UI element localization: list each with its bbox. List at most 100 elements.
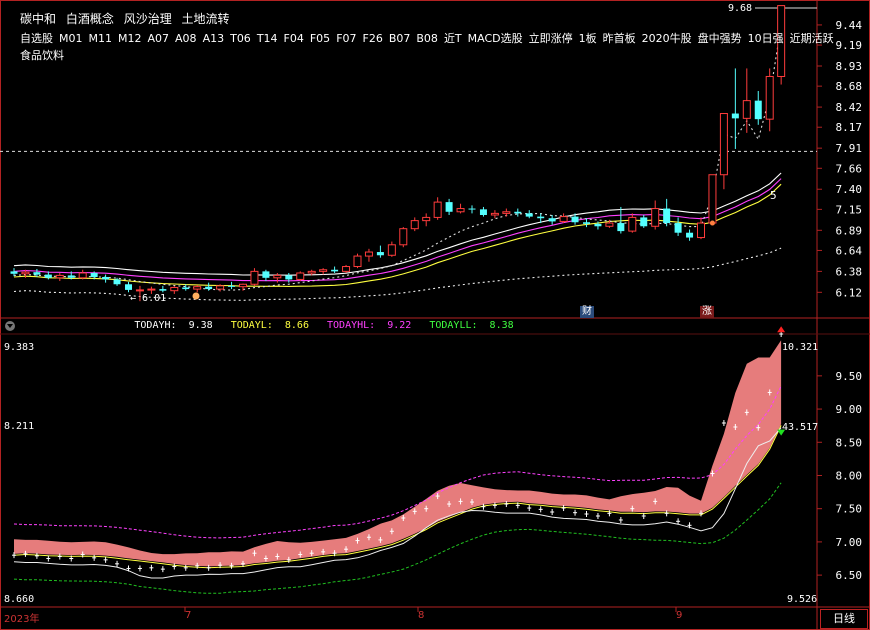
month-label: 8 (418, 610, 425, 621)
selection-tag[interactable]: 2020牛股 (642, 32, 692, 45)
selection-tag-row-2: 食品饮料 (20, 47, 70, 63)
candle-body-down (445, 202, 453, 212)
indicator-left-top: 9.383 (4, 342, 35, 353)
selection-tag[interactable]: 1板 (579, 32, 597, 45)
candle-body-down (285, 275, 293, 280)
candle-body-up (708, 174, 717, 224)
todayl-readout: TODAYL: 8.66 (231, 320, 315, 331)
todayll-value: 8.38 (489, 320, 514, 331)
todayhl-label: TODAYHL: (327, 320, 376, 331)
selection-tag[interactable]: M01 (59, 32, 83, 45)
event-badge-limit-up[interactable]: 涨 (700, 306, 714, 318)
ma-line-short-dotted (13, 25, 782, 291)
candle-body-down (479, 209, 487, 215)
candle-body-down (514, 211, 522, 214)
selection-tag[interactable]: F26 (363, 32, 383, 45)
candle-body-up (307, 270, 316, 274)
indicator-axis-label: 8.50 (836, 436, 863, 449)
price-axis-label: 6.64 (836, 244, 863, 257)
selection-tag[interactable]: F04 (284, 32, 304, 45)
month-label: 7 (185, 610, 192, 621)
candle-body-down (376, 252, 384, 256)
selection-tag[interactable]: 10日强 (748, 32, 784, 45)
indicator-menu-icon[interactable] (5, 321, 15, 331)
industry-tag[interactable]: 食品饮料 (20, 49, 64, 62)
candle-body-down (686, 232, 694, 238)
candle-body-up (296, 272, 305, 280)
candle-body-down (663, 208, 671, 224)
indicator-axis-label: 9.50 (836, 370, 863, 383)
candle-body-up (651, 208, 660, 227)
selection-tag[interactable]: 近T (444, 32, 462, 45)
selection-tag[interactable]: A13 (203, 32, 225, 45)
todayl-label: TODAYL: (230, 320, 273, 331)
selection-tag[interactable]: F05 (310, 32, 330, 45)
candle-body-down (159, 289, 167, 291)
candle-body-up (55, 274, 64, 279)
indicator-line-magenta (13, 385, 782, 539)
selection-tag-row: 自选股 M01 M11 M12 A07 A08 A13 T06 T14 F04 F05 F07 F26 B… (20, 30, 840, 46)
candle-body-up (273, 274, 282, 279)
concept-tag[interactable]: 白酒概念 (66, 12, 114, 26)
indicator-axis-label: 8.00 (836, 469, 863, 482)
ma-label: 5 (770, 189, 777, 202)
candle-body-up (628, 216, 637, 232)
candle-body-up (742, 100, 751, 119)
selection-tag[interactable]: 自选股 (20, 32, 53, 45)
selection-tag[interactable]: M11 (89, 32, 113, 45)
selection-tag[interactable]: B08 (416, 32, 438, 45)
candle-body-up (719, 113, 728, 176)
candle-body-down (10, 271, 18, 274)
selection-tag[interactable]: 盘中强势 (698, 32, 742, 45)
selection-tag[interactable]: A07 (148, 32, 170, 45)
candle-body-down (182, 287, 190, 290)
candle-body-up (319, 269, 328, 272)
price-axis-label: 8.42 (836, 101, 863, 114)
concept-tag[interactable]: 风沙治理 (124, 12, 172, 26)
candle-body-up (456, 208, 465, 213)
price-axis-label: 8.93 (836, 60, 863, 73)
candle-body-up (353, 255, 362, 268)
event-badge-finance[interactable]: 财 (580, 306, 594, 318)
indicator-axis-label: 7.00 (836, 536, 863, 549)
ma-line-white (13, 172, 782, 276)
todayhl-value: 9.22 (387, 320, 412, 331)
candle-body-down (754, 100, 762, 120)
candle-body-down (44, 274, 52, 278)
indicator-axis-label: 9.00 (836, 403, 863, 416)
selection-tag[interactable]: 昨首板 (603, 32, 636, 45)
selection-tag[interactable]: T06 (230, 32, 251, 45)
candle-body-down (594, 223, 602, 227)
indicator-name[interactable]: KELLYBAND(3,8,20) (20, 320, 122, 331)
indicator-right-top: 10.321 (782, 342, 819, 353)
month-label: 2023年 (4, 614, 40, 625)
selection-tag[interactable]: MACD选股 (468, 32, 523, 45)
todayh-value: 9.38 (188, 320, 213, 331)
period-low-value: 6.01 (142, 293, 167, 304)
selection-tag[interactable]: 立即涨停 (529, 32, 573, 45)
candle-body-up (250, 270, 259, 285)
price-axis-label: 8.17 (836, 121, 863, 134)
candle-body-down (90, 272, 98, 278)
candle-body-down (33, 272, 41, 275)
todayll-label: TODAYLL: (429, 320, 478, 331)
chart-canvas[interactable]: 9.449.198.938.688.428.177.917.667.407.15… (0, 0, 870, 630)
todayhl-readout: TODAYHL: 9.22 (327, 320, 417, 331)
day-period-button[interactable]: 日线 (820, 609, 868, 629)
price-axis-label: 8.68 (836, 80, 863, 93)
concept-tag[interactable]: 碳中和 (20, 12, 56, 26)
selection-tag[interactable]: M12 (118, 32, 142, 45)
candle-body-up (490, 212, 499, 216)
period-low-label: ← 6.01 (130, 293, 167, 304)
selection-tag[interactable]: 近期活跃 (790, 32, 834, 45)
selection-tag[interactable]: T14 (257, 32, 278, 45)
candle-body-down (113, 279, 121, 285)
selection-tag[interactable]: F07 (336, 32, 356, 45)
concept-tag[interactable]: 土地流转 (182, 12, 230, 26)
indicator-axis-label: 6.50 (836, 569, 863, 582)
candle-body-up (387, 244, 396, 256)
selection-tag[interactable]: A08 (175, 32, 197, 45)
candle-body-down (468, 208, 476, 210)
selection-tag[interactable]: B07 (389, 32, 411, 45)
candle-body-down (67, 275, 75, 278)
